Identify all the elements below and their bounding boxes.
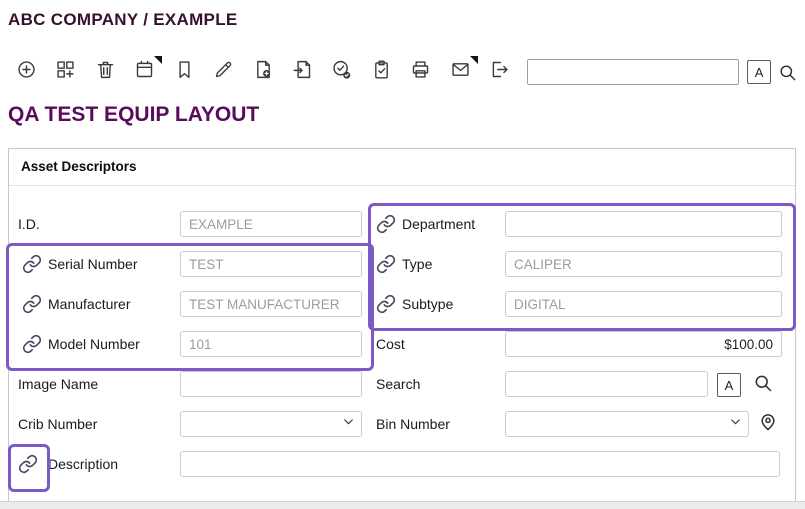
approve-button[interactable] [330, 60, 354, 85]
image-name-label: Image Name [18, 376, 98, 392]
manufacturer-label: Manufacturer [48, 296, 130, 312]
cost-label: Cost [376, 336, 405, 352]
link-icon[interactable] [18, 454, 38, 474]
add-record-button[interactable] [14, 60, 38, 85]
subtype-label: Subtype [402, 296, 453, 312]
link-icon[interactable] [376, 254, 396, 274]
serial-number-label: Serial Number [48, 256, 137, 272]
department-field[interactable] [505, 211, 782, 237]
printer-icon [410, 59, 431, 85]
type-field[interactable] [505, 251, 782, 277]
window-bottom-edge [0, 501, 805, 509]
manufacturer-field[interactable] [180, 291, 362, 317]
chevron-down-icon [729, 415, 742, 433]
link-icon[interactable] [22, 254, 42, 274]
document-add-icon [253, 59, 274, 85]
trash-icon [95, 59, 116, 85]
chevron-down-icon [342, 415, 355, 433]
copy-records-button[interactable] [53, 60, 77, 85]
bookmark-icon [174, 59, 195, 85]
app-window: ABC COMPANY / EXAMPLE [0, 0, 805, 509]
model-number-label: Model Number [48, 336, 140, 352]
id-label: I.D. [18, 216, 40, 232]
description-label: Description [48, 456, 118, 472]
clipboard-check-button[interactable] [369, 60, 393, 85]
cost-field[interactable] [505, 331, 782, 357]
email-menu-button[interactable] [448, 60, 472, 85]
section-title: Asset Descriptors [21, 159, 137, 174]
plus-circle-icon [16, 59, 37, 85]
link-icon[interactable] [22, 334, 42, 354]
copy-grid-icon [55, 59, 76, 85]
calendar-menu-button[interactable] [132, 60, 156, 85]
subtype-field[interactable] [505, 291, 782, 317]
asset-descriptors-section: Asset Descriptors [8, 148, 796, 502]
toolbar-match-button[interactable]: A [747, 60, 771, 84]
bin-number-select[interactable] [505, 411, 749, 437]
section-divider [9, 185, 795, 186]
calendar-icon [134, 59, 155, 85]
type-label: Type [402, 256, 432, 272]
department-label: Department [402, 216, 475, 232]
toolbar: A [14, 56, 797, 88]
link-icon[interactable] [376, 214, 396, 234]
page-title: QA TEST EQUIP LAYOUT [8, 103, 259, 127]
link-icon[interactable] [376, 294, 396, 314]
export-button[interactable] [488, 60, 512, 85]
search-icon[interactable] [778, 63, 797, 82]
dropdown-caret-icon [470, 56, 478, 64]
document-add-button[interactable] [251, 60, 275, 85]
toolbar-search-input[interactable] [527, 59, 739, 85]
edit-pencil-icon [213, 59, 234, 85]
check-circle-icon [331, 59, 352, 85]
crib-number-label: Crib Number [18, 416, 97, 432]
document-import-button[interactable] [290, 60, 314, 85]
search-label: Search [376, 376, 420, 392]
image-name-field[interactable] [180, 371, 362, 397]
bookmark-button[interactable] [172, 60, 196, 85]
location-pin-icon[interactable] [758, 412, 778, 437]
breadcrumb: ABC COMPANY / EXAMPLE [8, 10, 238, 30]
search-match-button[interactable]: A [717, 373, 741, 397]
clipboard-check-icon [371, 59, 392, 85]
export-icon [489, 59, 510, 85]
delete-record-button[interactable] [93, 60, 117, 85]
id-field[interactable] [180, 211, 362, 237]
dropdown-caret-icon [154, 56, 162, 64]
crib-number-select[interactable] [180, 411, 362, 437]
envelope-icon [450, 59, 471, 85]
bin-number-label: Bin Number [376, 416, 450, 432]
document-import-icon [292, 59, 313, 85]
model-number-field[interactable] [180, 331, 362, 357]
description-field[interactable] [180, 451, 780, 477]
link-icon[interactable] [22, 294, 42, 314]
search-icon[interactable] [753, 373, 773, 398]
search-field[interactable] [505, 371, 708, 397]
print-button[interactable] [409, 60, 433, 85]
edit-button[interactable] [211, 60, 235, 85]
serial-number-field[interactable] [180, 251, 362, 277]
toolbar-search-group: A [527, 59, 797, 85]
